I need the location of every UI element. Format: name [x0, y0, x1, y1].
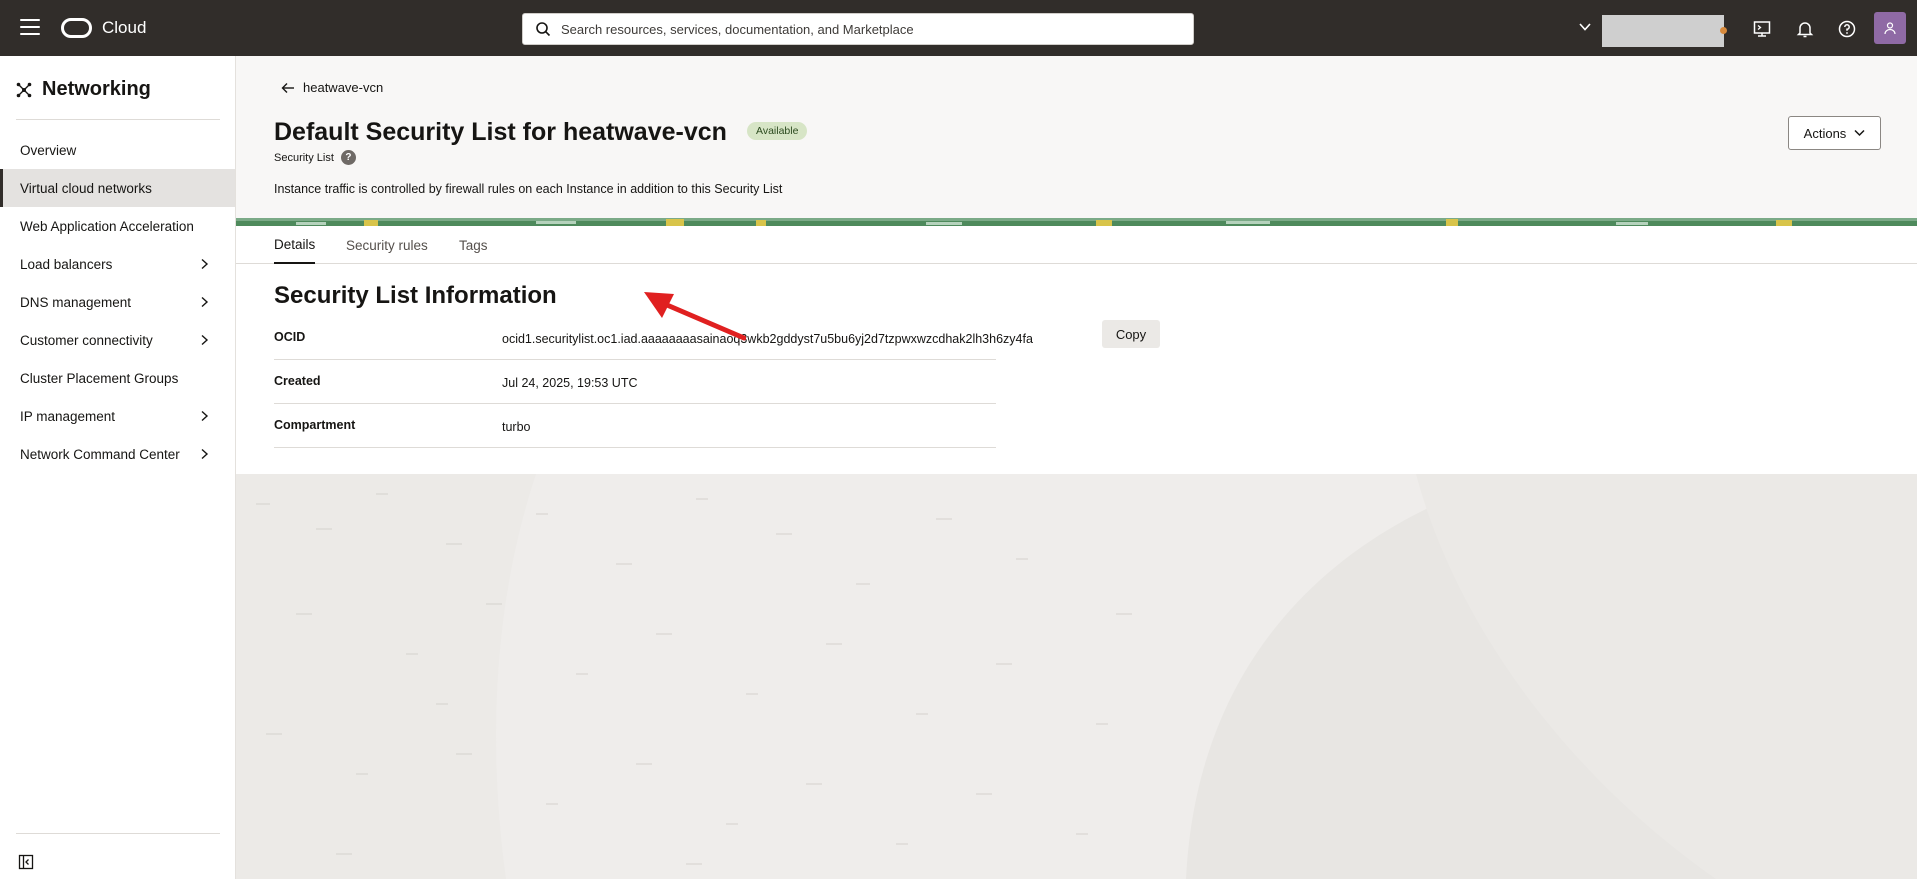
ocid-value: ocid1.securitylist.oc1.iad.aaaaaaaasaina…: [502, 332, 1033, 346]
created-value: Jul 24, 2025, 19:53 UTC: [502, 376, 638, 390]
networking-icon: [16, 82, 32, 97]
chevron-down-icon: [1854, 129, 1865, 137]
region-selector[interactable]: [1602, 15, 1727, 47]
tab-details[interactable]: Details: [274, 226, 316, 264]
chevron-right-icon: [201, 410, 209, 422]
sidebar-item-ip-management[interactable]: IP management: [0, 397, 235, 435]
page-description: Instance traffic is controlled by firewa…: [274, 182, 783, 196]
row-label: Created: [274, 374, 321, 388]
bell-icon[interactable]: [1795, 19, 1815, 39]
sidebar-nav: Overview Virtual cloud networks Web Appl…: [0, 131, 235, 473]
divider: [16, 833, 220, 834]
page-title: Default Security List for heatwave-vcn: [274, 118, 727, 146]
chevron-right-icon: [201, 296, 209, 308]
background-pattern: [236, 474, 1917, 879]
menu-icon[interactable]: [20, 19, 40, 37]
divider: [16, 119, 220, 120]
tab-bar: Details Security rules Tags: [236, 226, 1917, 264]
sidebar-item-label: Customer connectivity: [20, 332, 153, 348]
search-input[interactable]: [561, 14, 1181, 44]
sidebar-item-load-balancers[interactable]: Load balancers: [0, 245, 235, 283]
sidebar-item-network-command-center[interactable]: Network Command Center: [0, 435, 235, 473]
cloud-shell-icon[interactable]: [1752, 19, 1772, 39]
collapse-sidebar-icon[interactable]: [18, 854, 34, 870]
sidebar-item-overview[interactable]: Overview: [0, 131, 235, 169]
search-icon: [536, 22, 551, 37]
details-panel: Security List Information OCID ocid1.sec…: [236, 264, 1917, 474]
top-bar: Cloud: [0, 0, 1917, 56]
sidebar-item-label: Load balancers: [20, 256, 113, 272]
sidebar: Networking Overview Virtual cloud networ…: [0, 56, 236, 879]
sidebar-item-label: Overview: [20, 142, 77, 158]
status-badge: Available: [747, 122, 808, 140]
help-icon[interactable]: [1837, 19, 1857, 39]
sidebar-item-label: Network Command Center: [20, 446, 180, 462]
row-label: OCID: [274, 330, 306, 344]
sidebar-item-label: Web Application Acceleration: [20, 218, 194, 234]
tab-tags[interactable]: Tags: [459, 226, 488, 264]
tab-label: Tags: [459, 237, 488, 253]
oracle-logo-icon[interactable]: [61, 18, 92, 38]
brand-label[interactable]: Cloud: [102, 18, 146, 38]
info-table: OCID ocid1.securitylist.oc1.iad.aaaaaaaa…: [274, 316, 1033, 448]
resource-type-label: Security List: [274, 151, 334, 164]
section-title: Security List Information: [274, 282, 557, 309]
help-icon[interactable]: ?: [340, 150, 356, 165]
main-content: heatwave-vcn Default Security List for h…: [236, 56, 1917, 879]
compartment-value[interactable]: turbo: [502, 420, 531, 434]
arrow-left-icon: [281, 82, 294, 93]
chevron-right-icon: [201, 258, 209, 270]
sidebar-item-label: DNS management: [20, 294, 132, 310]
copy-button[interactable]: Copy: [1102, 320, 1160, 348]
sidebar-item-customer-connectivity[interactable]: Customer connectivity: [0, 321, 235, 359]
sidebar-item-virtual-cloud-networks[interactable]: Virtual cloud networks: [0, 169, 235, 207]
chevron-down-icon[interactable]: [1578, 20, 1592, 34]
sidebar-item-cluster-placement-groups[interactable]: Cluster Placement Groups: [0, 359, 235, 397]
actions-button-label: Actions: [1803, 125, 1847, 141]
tab-label: Security rules: [346, 237, 428, 253]
table-row: Compartment turbo: [274, 404, 996, 448]
chevron-right-icon: [201, 334, 209, 346]
back-link[interactable]: heatwave-vcn: [281, 80, 383, 95]
resource-type: Security List ?: [274, 150, 356, 165]
back-link-label: heatwave-vcn: [303, 80, 384, 95]
tab-security-rules[interactable]: Security rules: [346, 226, 428, 264]
page-header: heatwave-vcn Default Security List for h…: [236, 56, 1917, 218]
search-box[interactable]: [522, 13, 1194, 45]
sidebar-item-label: Cluster Placement Groups: [20, 370, 179, 386]
sidebar-item-label: Virtual cloud networks: [20, 180, 152, 196]
user-icon: [1884, 22, 1896, 35]
sidebar-item-web-application-acceleration[interactable]: Web Application Acceleration: [0, 207, 235, 245]
actions-button[interactable]: Actions: [1788, 116, 1881, 150]
sidebar-item-dns-management[interactable]: DNS management: [0, 283, 235, 321]
tab-label: Details: [274, 236, 316, 252]
table-row: Created Jul 24, 2025, 19:53 UTC: [274, 360, 996, 404]
decorative-banner: [236, 218, 1917, 226]
chevron-right-icon: [201, 448, 209, 460]
sidebar-item-label: IP management: [20, 408, 116, 424]
sidebar-title: Networking: [42, 78, 151, 100]
avatar[interactable]: [1874, 12, 1906, 44]
table-row: OCID ocid1.securitylist.oc1.iad.aaaaaaaa…: [274, 316, 1033, 360]
sidebar-header: Networking: [16, 78, 151, 101]
row-label: Compartment: [274, 418, 356, 432]
